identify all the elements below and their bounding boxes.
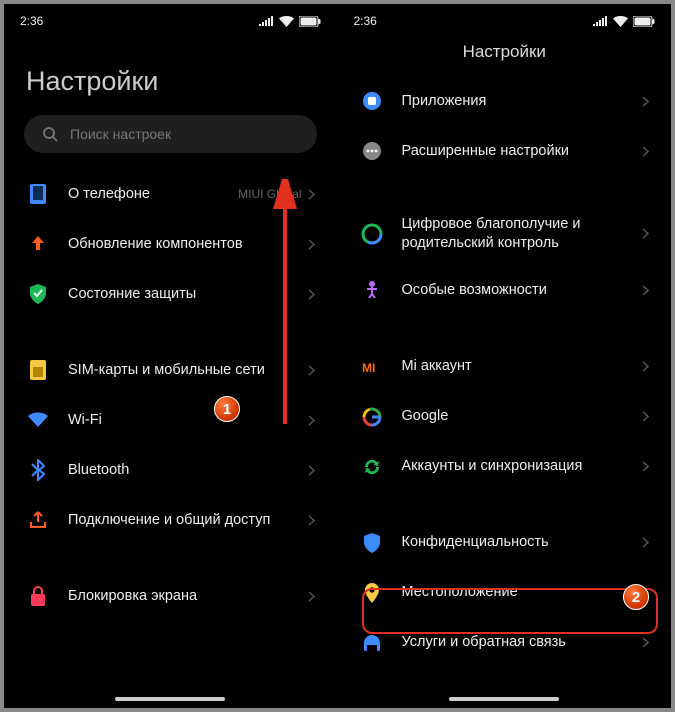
google-icon bbox=[360, 405, 384, 429]
item-services-feedback[interactable]: Услуги и обратная связь bbox=[344, 618, 666, 668]
apps-icon bbox=[360, 89, 384, 113]
chevron-right-icon bbox=[642, 228, 649, 239]
step-marker-2: 2 bbox=[623, 584, 649, 610]
item-google[interactable]: Google bbox=[344, 392, 666, 442]
phone-screen-left: 2:36 Настройки Поиск настроек О телефоне… bbox=[4, 4, 338, 708]
sync-icon bbox=[360, 455, 384, 479]
chevron-right-icon bbox=[642, 461, 649, 472]
item-lock-screen[interactable]: Блокировка экрана bbox=[10, 571, 331, 621]
search-icon bbox=[42, 126, 58, 142]
item-privacy[interactable]: Конфиденциальность bbox=[344, 518, 666, 568]
chevron-right-icon bbox=[642, 96, 649, 107]
page-title: Настройки bbox=[4, 34, 337, 115]
wifi-icon bbox=[279, 16, 294, 27]
chevron-right-icon bbox=[642, 637, 649, 648]
home-indicator[interactable] bbox=[115, 697, 225, 701]
phone-screen-right: 2:36 Настройки Приложения Расширенные на… bbox=[338, 4, 672, 708]
page-title: Настройки bbox=[338, 34, 672, 76]
item-bluetooth[interactable]: Bluetooth bbox=[10, 445, 331, 495]
privacy-icon bbox=[360, 531, 384, 555]
phone-icon bbox=[26, 182, 50, 206]
item-location[interactable]: Местоположение bbox=[344, 568, 666, 618]
wifi-icon bbox=[26, 408, 50, 432]
status-bar: 2:36 bbox=[338, 4, 672, 34]
search-placeholder: Поиск настроек bbox=[70, 126, 171, 142]
chevron-right-icon bbox=[642, 411, 649, 422]
chevron-right-icon bbox=[308, 591, 315, 602]
status-icons bbox=[259, 16, 321, 27]
search-input[interactable]: Поиск настроек bbox=[24, 115, 317, 153]
chevron-right-icon bbox=[308, 365, 315, 376]
wellbeing-icon bbox=[360, 222, 384, 246]
headset-icon bbox=[360, 631, 384, 655]
chevron-right-icon bbox=[642, 537, 649, 548]
chevron-right-icon bbox=[308, 515, 315, 526]
settings-list: Приложения Расширенные настройки Цифрово… bbox=[338, 76, 672, 668]
bluetooth-icon bbox=[26, 458, 50, 482]
chevron-right-icon bbox=[308, 415, 315, 426]
chevron-right-icon bbox=[642, 285, 649, 296]
item-about-phone[interactable]: О телефоне MIUI Global bbox=[10, 169, 331, 219]
settings-list: О телефоне MIUI Global Обновление компон… bbox=[4, 169, 337, 621]
chevron-right-icon bbox=[308, 189, 315, 200]
shield-icon bbox=[26, 282, 50, 306]
more-icon bbox=[360, 139, 384, 163]
mi-logo-icon: MI bbox=[360, 355, 384, 379]
status-bar: 2:36 bbox=[4, 4, 337, 34]
battery-icon bbox=[299, 16, 321, 27]
battery-icon bbox=[633, 16, 655, 27]
item-accounts-sync[interactable]: Аккаунты и синхронизация bbox=[344, 442, 666, 492]
update-icon bbox=[26, 232, 50, 256]
status-time: 2:36 bbox=[354, 14, 377, 28]
svg-text:MI: MI bbox=[362, 361, 375, 374]
status-icons bbox=[593, 16, 655, 27]
chevron-right-icon bbox=[642, 146, 649, 157]
item-accessibility[interactable]: Особые возможности bbox=[344, 266, 666, 316]
sim-icon bbox=[26, 358, 50, 382]
signal-icon bbox=[259, 16, 274, 26]
lock-icon bbox=[26, 584, 50, 608]
item-digital-wellbeing[interactable]: Цифровое благополучие и родительский кон… bbox=[344, 202, 666, 266]
item-mi-account[interactable]: MI Mi аккаунт bbox=[344, 342, 666, 392]
item-security-status[interactable]: Состояние защиты bbox=[10, 269, 331, 319]
chevron-right-icon bbox=[308, 289, 315, 300]
item-additional-settings[interactable]: Расширенные настройки bbox=[344, 126, 666, 176]
signal-icon bbox=[593, 16, 608, 26]
status-time: 2:36 bbox=[20, 14, 43, 28]
share-icon bbox=[26, 508, 50, 532]
chevron-right-icon bbox=[642, 361, 649, 372]
accessibility-icon bbox=[360, 279, 384, 303]
item-apps[interactable]: Приложения bbox=[344, 76, 666, 126]
chevron-right-icon bbox=[308, 465, 315, 476]
chevron-right-icon bbox=[308, 239, 315, 250]
item-sim-networks[interactable]: SIM-карты и мобильные сети bbox=[10, 345, 331, 395]
item-wifi[interactable]: Wi-Fi bbox=[10, 395, 331, 445]
wifi-icon bbox=[613, 16, 628, 27]
home-indicator[interactable] bbox=[449, 697, 559, 701]
step-marker-1: 1 bbox=[214, 396, 240, 422]
item-component-update[interactable]: Обновление компонентов bbox=[10, 219, 331, 269]
item-connection-sharing[interactable]: Подключение и общий доступ bbox=[10, 495, 331, 545]
location-pin-icon bbox=[360, 581, 384, 605]
